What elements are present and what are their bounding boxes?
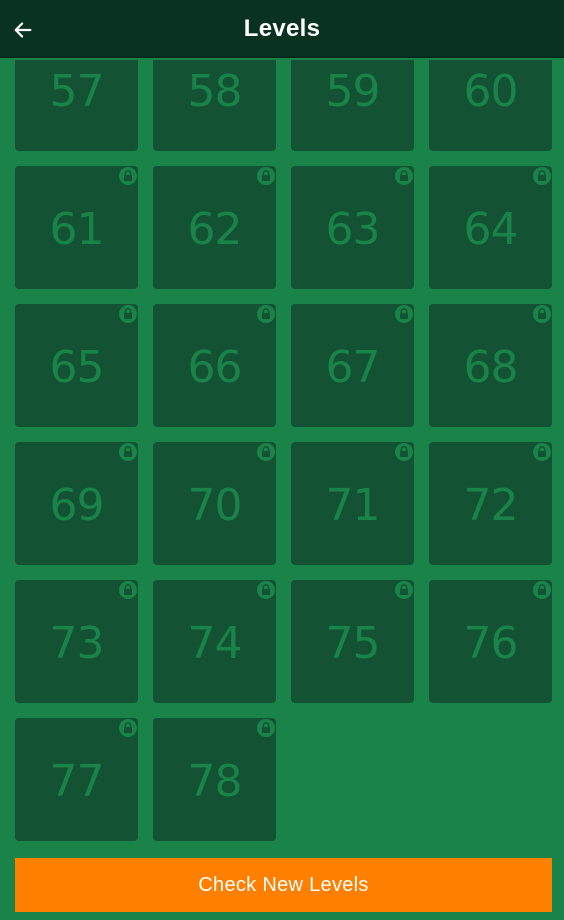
level-number: 57 — [49, 65, 105, 117]
level-tile[interactable]: 68 — [429, 304, 552, 427]
lock-icon — [533, 305, 551, 323]
level-tile[interactable]: 76 — [429, 580, 552, 703]
level-number: 71 — [325, 479, 381, 531]
lock-icon — [119, 305, 137, 323]
level-number: 63 — [325, 203, 381, 255]
level-tile[interactable]: 75 — [291, 580, 414, 703]
level-tile[interactable]: 60 — [429, 60, 552, 151]
page-title: Levels — [243, 15, 321, 42]
level-number: 74 — [187, 617, 243, 669]
level-tile[interactable]: 65 — [15, 304, 138, 427]
level-number: 76 — [463, 617, 519, 669]
level-number: 78 — [187, 755, 243, 807]
lock-icon — [395, 167, 413, 185]
lock-icon — [119, 167, 137, 185]
level-number: 61 — [49, 203, 105, 255]
level-number: 59 — [325, 65, 381, 117]
level-tile[interactable]: 74 — [153, 580, 276, 703]
level-tile[interactable]: 72 — [429, 442, 552, 565]
lock-icon — [533, 167, 551, 185]
level-number: 77 — [49, 755, 105, 807]
level-number: 72 — [463, 479, 519, 531]
level-number: 65 — [49, 341, 105, 393]
level-tile[interactable]: 61 — [15, 166, 138, 289]
level-tile[interactable]: 78 — [153, 718, 276, 841]
level-number: 58 — [187, 65, 243, 117]
level-number: 75 — [325, 617, 381, 669]
level-tile[interactable]: 57 — [15, 60, 138, 151]
lock-icon — [533, 443, 551, 461]
level-tile[interactable]: 66 — [153, 304, 276, 427]
level-number: 62 — [187, 203, 243, 255]
level-tile[interactable]: 71 — [291, 442, 414, 565]
level-tile[interactable]: 59 — [291, 60, 414, 151]
lock-icon — [395, 581, 413, 599]
level-tile[interactable]: 62 — [153, 166, 276, 289]
level-number: 60 — [463, 65, 519, 117]
lock-icon — [257, 443, 275, 461]
check-new-levels-button[interactable]: Check New Levels — [15, 858, 552, 912]
level-number: 69 — [49, 479, 105, 531]
lock-icon — [119, 581, 137, 599]
level-tile[interactable]: 67 — [291, 304, 414, 427]
lock-icon — [533, 581, 551, 599]
top-app-bar: Levels — [0, 0, 564, 58]
level-tile[interactable]: 73 — [15, 580, 138, 703]
lock-icon — [119, 719, 137, 737]
lock-icon — [257, 167, 275, 185]
level-tile[interactable]: 70 — [153, 442, 276, 565]
level-tile[interactable]: 63 — [291, 166, 414, 289]
level-number: 67 — [325, 341, 381, 393]
level-tile[interactable]: 64 — [429, 166, 552, 289]
level-tile[interactable]: 77 — [15, 718, 138, 841]
lock-icon — [395, 305, 413, 323]
lock-icon — [119, 443, 137, 461]
lock-icon — [257, 581, 275, 599]
lock-icon — [257, 305, 275, 323]
level-number: 64 — [463, 203, 519, 255]
level-number: 73 — [49, 617, 105, 669]
levels-grid[interactable]: 57 58 59 60 61 62 63 64 65 66 67 68 69 70 71 72 73 74 75 76… — [0, 60, 564, 850]
level-tile[interactable]: 69 — [15, 442, 138, 565]
level-number: 70 — [187, 479, 243, 531]
level-tile[interactable]: 58 — [153, 60, 276, 151]
level-number: 68 — [463, 341, 519, 393]
level-number: 66 — [187, 341, 243, 393]
lock-icon — [257, 719, 275, 737]
lock-icon — [395, 443, 413, 461]
